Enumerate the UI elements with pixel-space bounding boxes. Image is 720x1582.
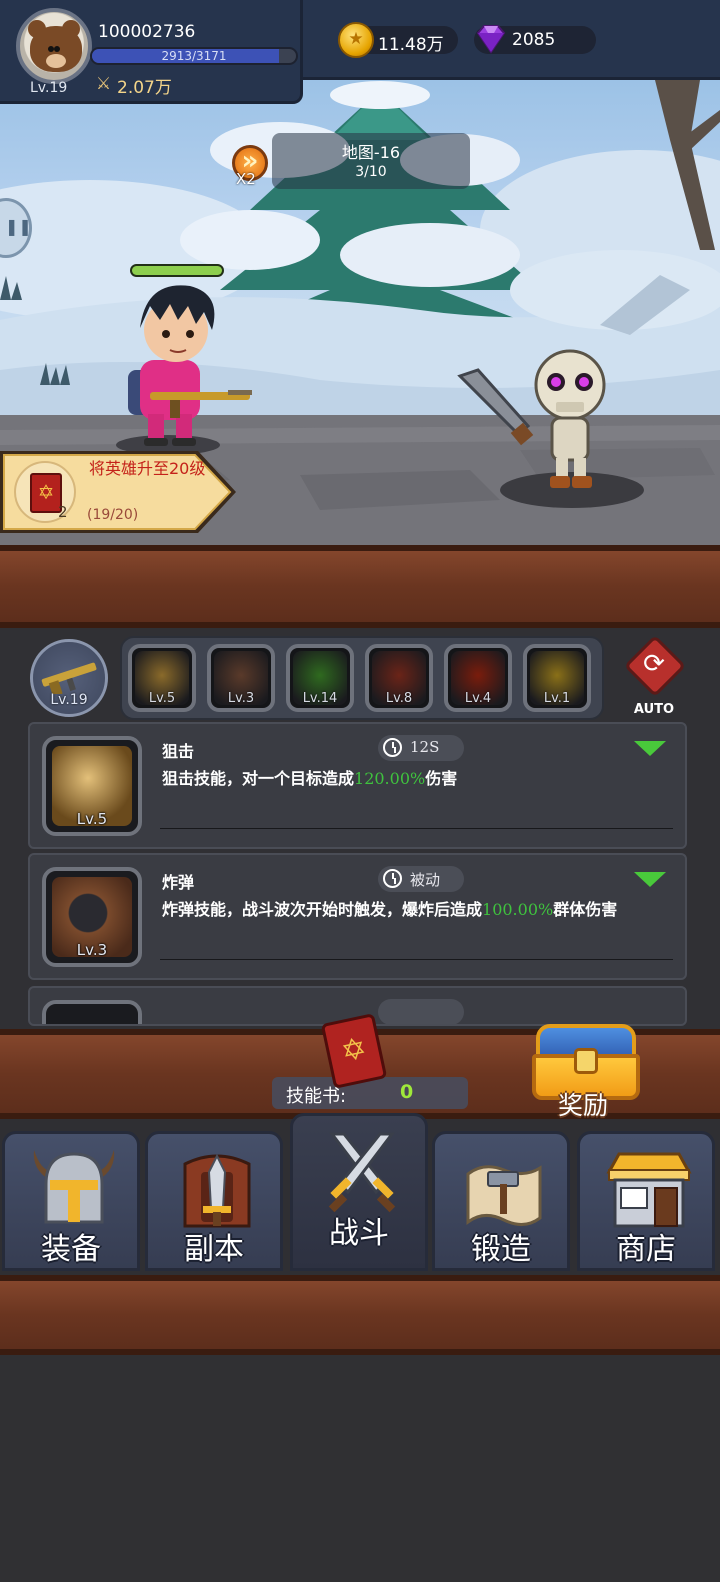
combat-power: 2.07万 <box>117 78 172 98</box>
nav-label: 装备 <box>41 1232 101 1267</box>
nav-label: 副本 <box>184 1232 244 1267</box>
bomb-skill-icon: Lv.3 <box>42 867 142 967</box>
skill-level: Lv.3 <box>76 941 108 959</box>
hero-health-bar <box>130 264 224 277</box>
rifle-icon <box>41 662 97 694</box>
speed-label: X2 <box>236 170 256 188</box>
gold-counter[interactable]: 11.48万 <box>338 22 458 58</box>
cooldown-pill: 被动 <box>378 866 464 892</box>
skill-slot-level: Lv.14 <box>302 691 338 706</box>
purple-gem-icon <box>476 25 506 54</box>
battle-crossed-swords-icon <box>328 1132 396 1213</box>
auto-cast-button[interactable]: ⟳ AUTO <box>623 634 687 717</box>
skill-slot-level: Lv.8 <box>385 691 413 706</box>
nav-label: 锻造 <box>471 1232 531 1267</box>
quest-reward-count: 2 <box>58 503 68 521</box>
crossed-swords-power-icon: ⚔ <box>96 74 112 94</box>
auto-label: AUTO <box>633 702 675 717</box>
gold-coin-icon <box>338 22 374 58</box>
refresh-arrows-icon: ⟳ <box>643 649 665 679</box>
expand-arrow-icon[interactable] <box>634 741 666 756</box>
cooldown-text: 12S <box>410 738 440 756</box>
cooldown-pill: 12S <box>378 735 464 761</box>
card-divider <box>160 959 673 960</box>
skill-icon <box>42 1000 142 1024</box>
clock-icon <box>383 738 402 757</box>
clock-icon <box>383 869 402 888</box>
skill-book-icon[interactable] <box>320 1013 389 1090</box>
hero-health-fill <box>132 266 222 275</box>
cooldown-text: 被动 <box>410 871 441 889</box>
player-card[interactable]: Lv.19 100002736 2913/3171 ⚔ 2.07万 <box>0 0 303 104</box>
wave-progress: 3/10 <box>355 164 387 180</box>
nav-tab-battle[interactable]: 战斗 <box>290 1113 428 1271</box>
reward-label[interactable]: 奖励 <box>558 1086 608 1122</box>
weapon-slot[interactable]: Lv.19 <box>30 639 108 717</box>
wood-divider <box>0 545 720 628</box>
nav-tab-dungeon[interactable]: 副本 <box>145 1131 283 1271</box>
bear-avatar-icon[interactable] <box>16 8 92 84</box>
skill-description: 狙击技能，对一个目标造成120.00%伤害 <box>162 769 458 788</box>
fireball-skill-slot[interactable]: Lv.8 <box>365 644 433 712</box>
skill-slot-level: Lv.4 <box>464 691 492 706</box>
gold-amount: 11.48万 <box>378 35 444 55</box>
skill-name: 炸弹 <box>162 873 195 892</box>
xp-text: 2913/3171 <box>161 49 227 63</box>
xp-bar: 2913/3171 <box>90 47 298 65</box>
gem-amount: 2085 <box>512 30 556 50</box>
skill-name: 狙击 <box>162 742 195 761</box>
wood-divider <box>0 1275 720 1355</box>
player-level: Lv.19 <box>30 80 68 96</box>
skill-description: 炸弹技能，战斗波次开始时触发，爆炸后造成100.00%群体伤害 <box>162 900 618 919</box>
weapon-level: Lv.19 <box>50 692 88 708</box>
skill-slot-level: Lv.3 <box>227 691 255 706</box>
expand-arrow-icon[interactable] <box>634 872 666 887</box>
sniper-skill-slot[interactable]: Lv.5 <box>128 644 196 712</box>
lightning-skill-slot[interactable]: Lv.1 <box>523 644 591 712</box>
skill-level: Lv.5 <box>76 810 108 828</box>
nav-tab-forge[interactable]: 锻造 <box>432 1131 570 1271</box>
nav-tab-shop[interactable]: 商店 <box>577 1131 715 1271</box>
nav-tab-equipment[interactable]: 装备 <box>2 1131 140 1271</box>
sniper-skill-icon: Lv.5 <box>42 736 142 836</box>
skill-slot-level: Lv.5 <box>148 691 176 706</box>
map-info: 地图-16 3/10 <box>272 133 470 189</box>
poison-skill-slot[interactable]: Lv.14 <box>286 644 354 712</box>
quest-progress: (19/20) <box>87 507 139 523</box>
bottom-area <box>0 1355 720 1582</box>
nav-label: 商店 <box>616 1232 676 1267</box>
card-divider <box>160 828 673 829</box>
skill-card-bomb[interactable]: Lv.3 炸弹 被动 炸弹技能，战斗波次开始时触发，爆炸后造成100.00%群体… <box>28 853 687 980</box>
skill-book-count: 0 <box>400 1081 414 1103</box>
bomb-skill-slot[interactable]: Lv.3 <box>207 644 275 712</box>
quest-title: 将英雄升至20级 <box>89 459 206 478</box>
map-name: 地图-16 <box>341 143 401 162</box>
gem-counter[interactable]: 2085 <box>474 25 596 54</box>
player-id: 100002736 <box>98 22 196 42</box>
skill-card-sniper[interactable]: Lv.5 狙击 12S 狙击技能，对一个目标造成120.00%伤害 <box>28 722 687 849</box>
explosion-skill-slot[interactable]: Lv.4 <box>444 644 512 712</box>
nav-label: 战斗 <box>329 1216 389 1251</box>
cooldown-pill <box>378 999 464 1024</box>
skill-slot-level: Lv.1 <box>543 691 571 706</box>
